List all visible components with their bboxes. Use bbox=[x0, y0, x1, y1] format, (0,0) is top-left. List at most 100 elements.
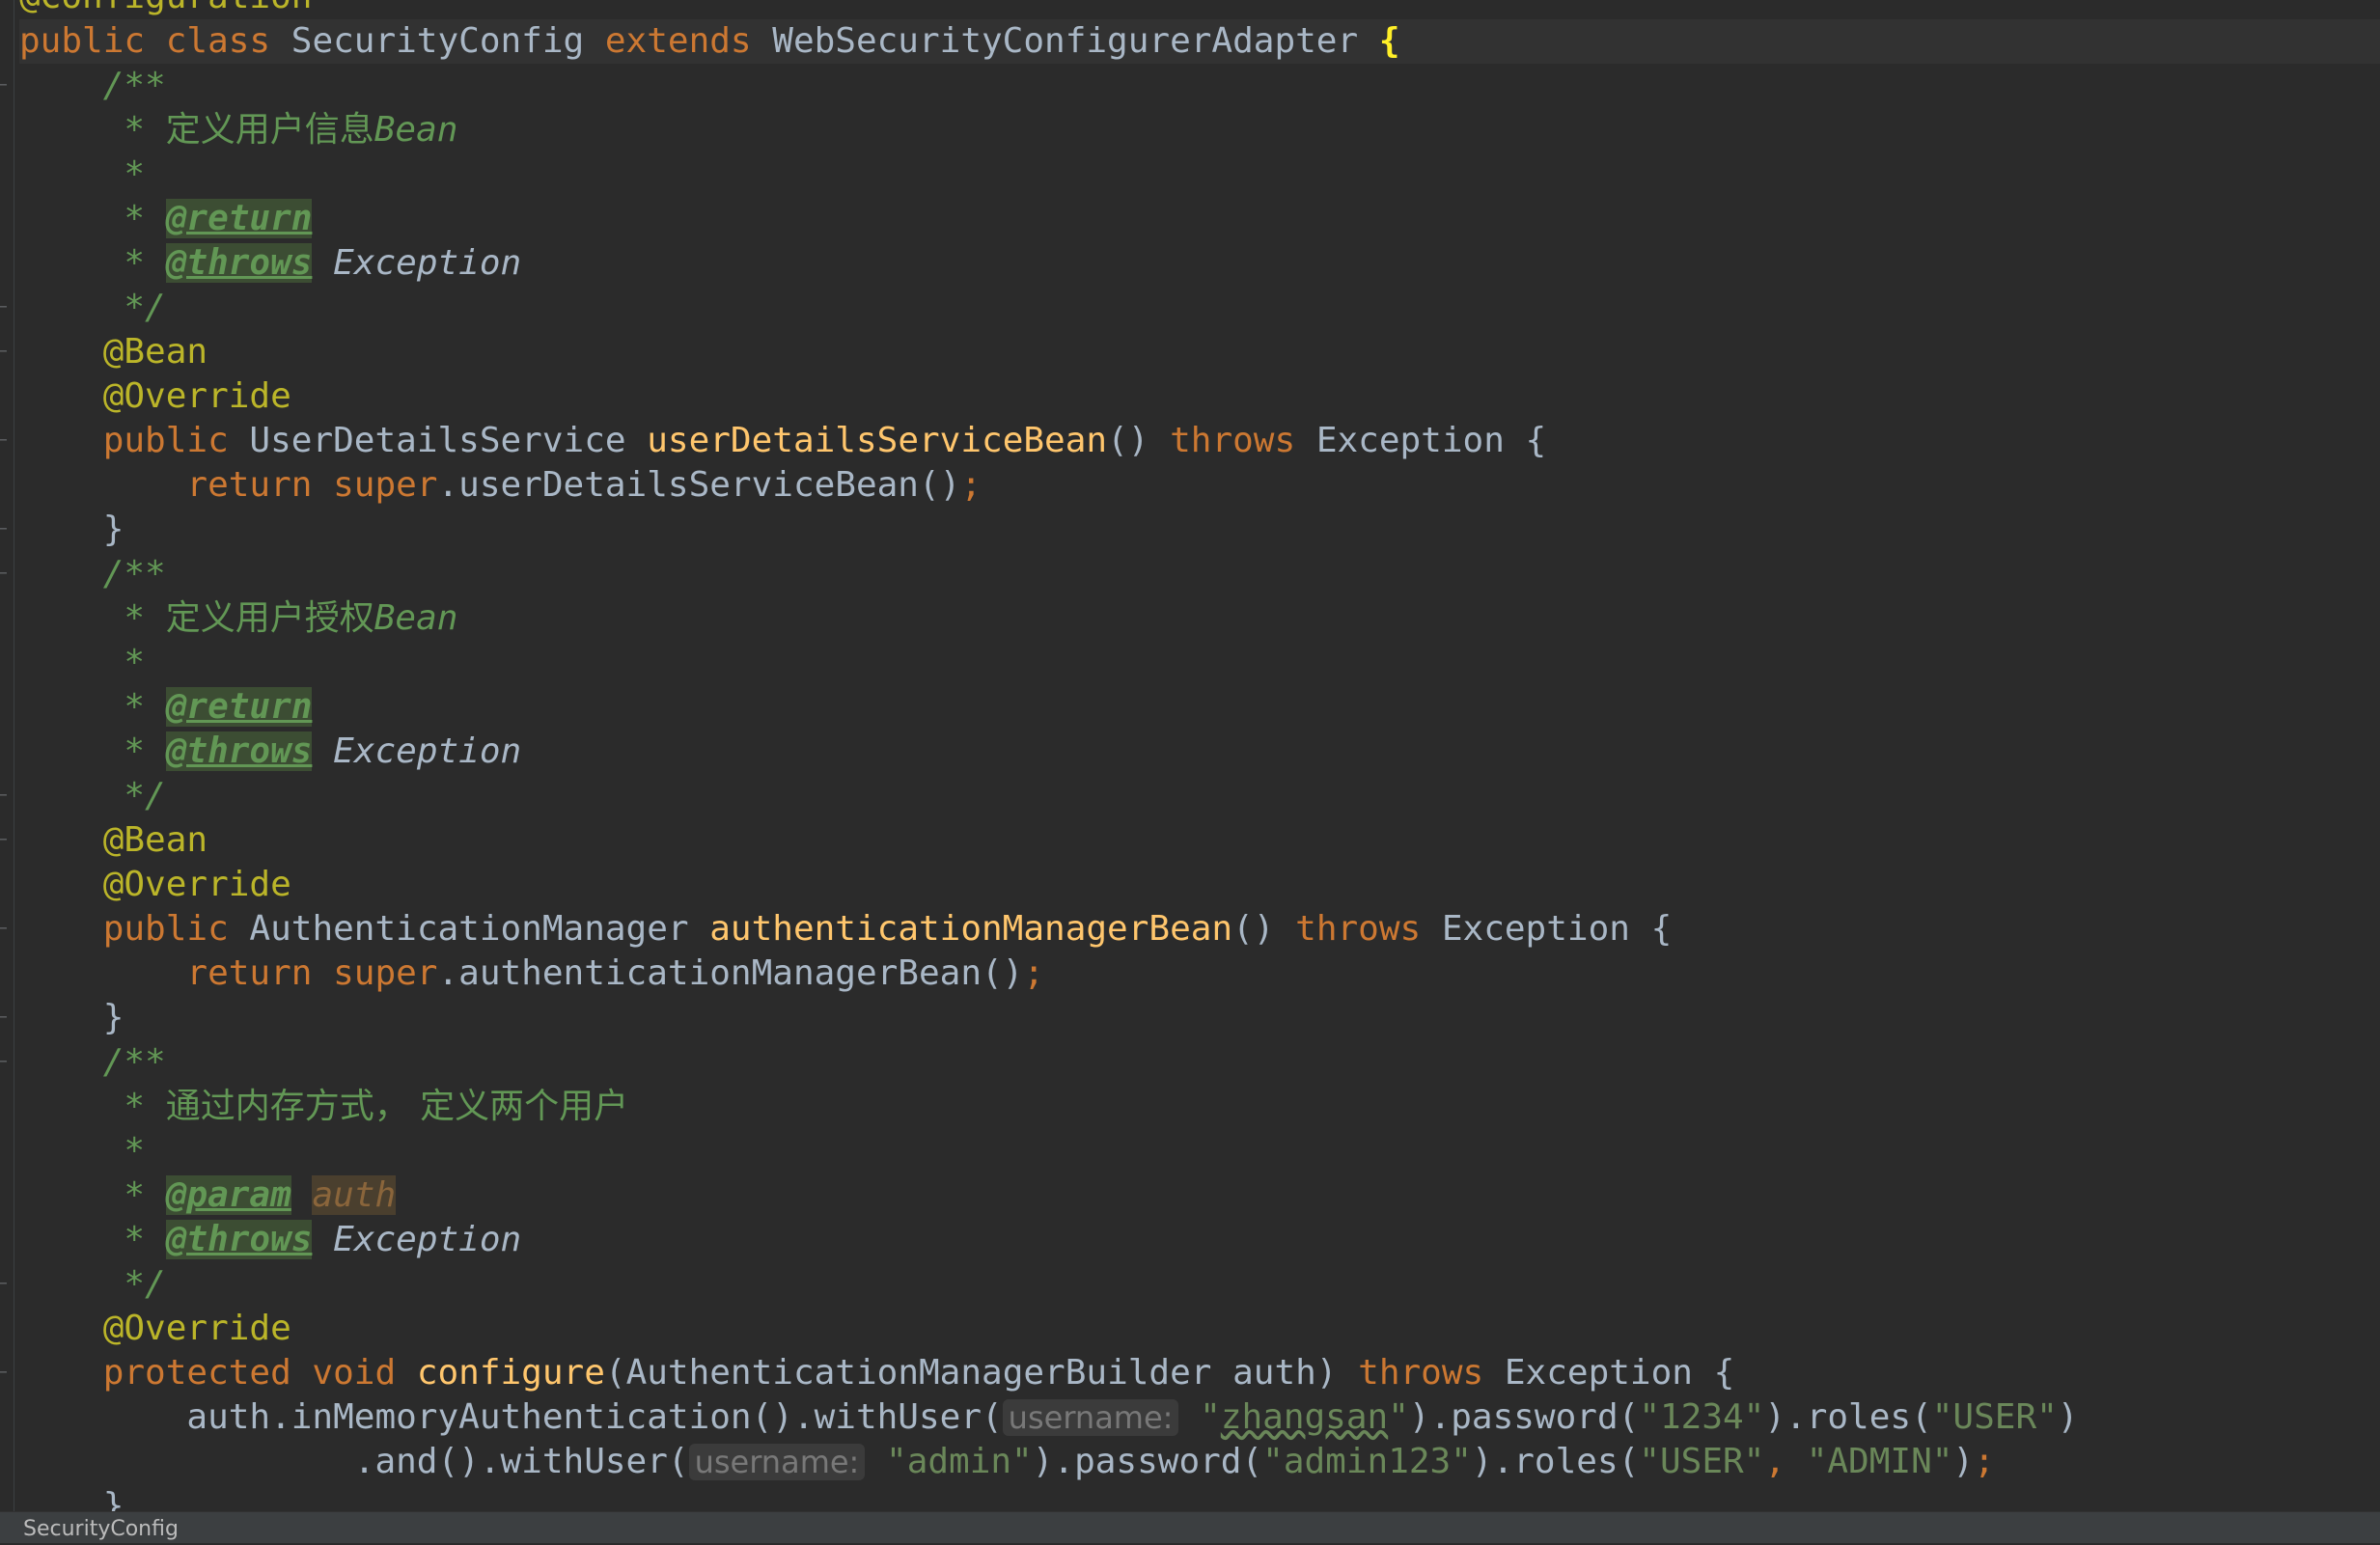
code-line[interactable]: * 定义用户信息Bean bbox=[19, 108, 2380, 152]
code-token: */ bbox=[19, 1264, 166, 1304]
code-line[interactable]: * 通过内存方式， 定义两个用户 bbox=[19, 1085, 2380, 1129]
code-token: * bbox=[19, 1087, 166, 1126]
code-token: () bbox=[1107, 421, 1171, 460]
code-line[interactable]: } bbox=[19, 1484, 2380, 1511]
code-line[interactable]: * bbox=[19, 641, 2380, 685]
code-token: , bbox=[1764, 1442, 1807, 1481]
code-token: Exception bbox=[333, 243, 522, 283]
fold-marker-icon[interactable]: ⌐ bbox=[0, 1364, 10, 1383]
code-editor[interactable]: ⌐ ⌐ ⌐ ⌐ ⌐ ⌐ ⌐ ⌐ ⌐ ⌐ ⌐ ⌐ ⌐ @Configuration public class… bbox=[0, 0, 2380, 1511]
code-line[interactable]: return super.authenticationManagerBean()… bbox=[19, 952, 2380, 996]
code-token: Exception { bbox=[1504, 1353, 1735, 1393]
code-line[interactable]: @Bean bbox=[19, 818, 2380, 863]
code-token: .userDetailsServiceBean() bbox=[437, 465, 961, 505]
code-token: SecurityConfig bbox=[291, 21, 605, 61]
code-token: "ADMIN" bbox=[1806, 1442, 1953, 1481]
code-token: userDetailsServiceBean bbox=[647, 421, 1108, 460]
code-token: Exception { bbox=[1315, 421, 1547, 460]
code-line[interactable]: * @throws Exception bbox=[19, 1218, 2380, 1262]
code-token: 通过内存方式， 定义两个用户 bbox=[165, 1087, 629, 1126]
code-token: { bbox=[1378, 21, 1400, 61]
code-line[interactable]: */ bbox=[19, 1262, 2380, 1307]
code-line[interactable]: * bbox=[19, 1129, 2380, 1173]
fold-marker-icon[interactable]: ⌐ bbox=[0, 520, 10, 539]
code-line[interactable]: @Override bbox=[19, 1307, 2380, 1351]
code-line[interactable]: /** bbox=[19, 64, 2380, 108]
code-line[interactable]: @Configuration bbox=[19, 0, 2380, 19]
code-line[interactable]: public class SecurityConfig extends WebS… bbox=[19, 19, 2380, 64]
code-token: /** bbox=[19, 554, 166, 593]
code-token: auth bbox=[312, 1175, 397, 1215]
breadcrumb-item-securityconfig[interactable]: SecurityConfig bbox=[23, 1514, 179, 1545]
code-token: * bbox=[19, 731, 166, 771]
code-token: authenticationManagerBean bbox=[709, 909, 1233, 949]
code-token: auth.inMemoryAuthentication().withUser( bbox=[19, 1397, 1003, 1437]
code-token: ; bbox=[960, 465, 982, 505]
code-token: * bbox=[19, 687, 166, 727]
code-line[interactable]: auth.inMemoryAuthentication().withUser(u… bbox=[19, 1395, 2380, 1440]
code-token: Bean bbox=[374, 598, 458, 638]
code-line[interactable]: * @return bbox=[19, 685, 2380, 730]
fold-marker-icon[interactable]: ⌐ bbox=[0, 920, 10, 939]
fold-marker-icon[interactable]: ⌐ bbox=[0, 1053, 10, 1072]
code-line[interactable]: /** bbox=[19, 552, 2380, 596]
code-line[interactable]: /** bbox=[19, 1040, 2380, 1085]
fold-marker-icon[interactable]: ⌐ bbox=[0, 1008, 10, 1028]
code-token: (AuthenticationManagerBuilder auth) bbox=[604, 1353, 1359, 1393]
code-token: throws bbox=[1170, 421, 1316, 460]
code-line[interactable]: public UserDetailsService userDetailsSer… bbox=[19, 419, 2380, 463]
code-line[interactable]: */ bbox=[19, 286, 2380, 330]
code-token: ).password( bbox=[1032, 1442, 1263, 1481]
code-line[interactable]: @Override bbox=[19, 374, 2380, 419]
code-token: * bbox=[19, 1131, 146, 1171]
code-token: @Configuration bbox=[19, 0, 312, 16]
fold-marker-icon[interactable]: ⌐ bbox=[0, 786, 10, 806]
code-token: } bbox=[19, 1486, 125, 1511]
code-token: * bbox=[19, 598, 166, 638]
code-lines[interactable]: @Configuration public class SecurityConfi… bbox=[19, 0, 2380, 1511]
code-line[interactable]: .and().withUser(username: "admin").passw… bbox=[19, 1440, 2380, 1484]
code-token: */ bbox=[19, 288, 166, 327]
code-line[interactable]: * bbox=[19, 152, 2380, 197]
fold-marker-icon[interactable]: ⌐ bbox=[0, 565, 10, 584]
parameter-hint: username: bbox=[688, 1444, 866, 1480]
code-line[interactable]: * @throws Exception bbox=[19, 241, 2380, 286]
code-token: @Override bbox=[19, 865, 291, 904]
code-token: " bbox=[1388, 1397, 1409, 1437]
fold-marker-icon[interactable]: ⌐ bbox=[0, 76, 10, 96]
code-line[interactable]: * @throws Exception bbox=[19, 730, 2380, 774]
code-line[interactable]: return super.userDetailsServiceBean(); bbox=[19, 463, 2380, 508]
code-token: @Override bbox=[19, 376, 291, 416]
code-line[interactable]: } bbox=[19, 996, 2380, 1040]
fold-marker-icon[interactable]: ⌐ bbox=[0, 831, 10, 850]
code-line[interactable]: public AuthenticationManager authenticat… bbox=[19, 907, 2380, 952]
code-line[interactable]: * @param auth bbox=[19, 1173, 2380, 1218]
fold-marker-icon[interactable]: ⌐ bbox=[0, 298, 10, 317]
code-line[interactable]: @Override bbox=[19, 863, 2380, 907]
code-line[interactable]: */ bbox=[19, 774, 2380, 818]
code-token: public bbox=[19, 421, 250, 460]
code-line[interactable]: } bbox=[19, 508, 2380, 552]
fold-marker-icon[interactable]: ⌐ bbox=[0, 431, 10, 451]
editor-gutter[interactable]: ⌐ ⌐ ⌐ ⌐ ⌐ ⌐ ⌐ ⌐ ⌐ ⌐ ⌐ ⌐ ⌐ bbox=[0, 0, 14, 1511]
code-token: * bbox=[19, 110, 166, 150]
code-line[interactable]: protected void configure(AuthenticationM… bbox=[19, 1351, 2380, 1395]
code-line[interactable]: @Bean bbox=[19, 330, 2380, 374]
code-token: } bbox=[19, 998, 125, 1037]
code-token: @Override bbox=[19, 1309, 291, 1348]
fold-marker-icon[interactable]: ⌐ bbox=[0, 1275, 10, 1294]
code-line[interactable]: * 定义用户授权Bean bbox=[19, 596, 2380, 641]
fold-marker-icon[interactable]: ⌐ bbox=[0, 343, 10, 362]
code-token: @Bean bbox=[19, 820, 208, 860]
code-token: /** bbox=[19, 66, 166, 105]
code-token: ).roles( bbox=[1764, 1397, 1932, 1437]
code-token: return super bbox=[19, 465, 438, 505]
code-token: Bean bbox=[374, 110, 458, 150]
code-line[interactable]: * @return bbox=[19, 197, 2380, 241]
